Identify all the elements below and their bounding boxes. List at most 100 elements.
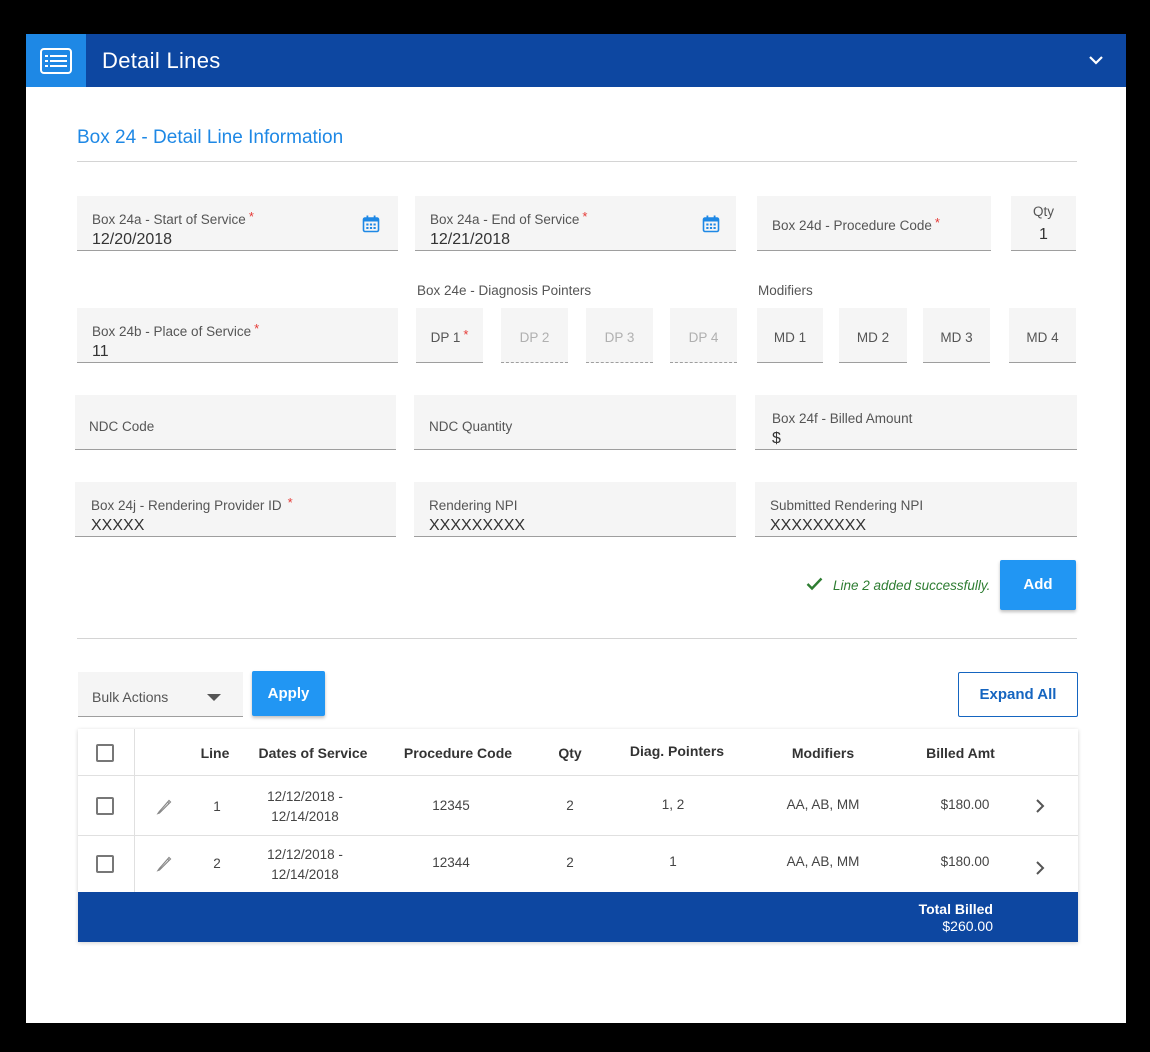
section-title: Box 24 - Detail Line Information: [77, 127, 344, 148]
cell-date-from: 12/12/2018 -: [267, 789, 343, 804]
required-marker: *: [463, 327, 469, 342]
dp2-placeholder: DP 2: [519, 330, 550, 345]
required-marker: *: [248, 209, 254, 224]
header-divider: [78, 775, 1078, 776]
rendering-npi-value: XXXXXXXXX: [429, 517, 526, 534]
cell-billed: $180.00: [940, 854, 990, 869]
row-checkbox[interactable]: [96, 855, 114, 873]
start-of-service-field[interactable]: Box 24a - Start of Service * 12/20/2018: [77, 196, 398, 251]
md2-label: MD 2: [856, 330, 890, 345]
place-of-service-value: 11: [92, 343, 109, 360]
list-icon: [40, 48, 72, 74]
md4-label: MD 4: [1026, 330, 1059, 345]
row-divider: [78, 835, 1078, 836]
calendar-icon[interactable]: [702, 215, 720, 233]
place-of-service-label: Box 24b - Place of Service: [92, 324, 252, 339]
dp4-field[interactable]: DP 4: [670, 308, 737, 363]
success-text: Line 2 added successfully.: [833, 578, 991, 593]
dropdown-caret-icon: [207, 694, 221, 701]
header-icon-box: [26, 34, 86, 87]
col-header-procedure: Procedure Code: [403, 745, 513, 761]
qty-field[interactable]: Qty 1: [1011, 196, 1076, 251]
chevron-right-icon[interactable]: [1034, 860, 1046, 876]
cell-procedure: 12344: [432, 855, 470, 870]
chevron-down-icon[interactable]: [1088, 52, 1104, 68]
cell-line: 1: [213, 799, 221, 814]
rendering-provider-id-label: Box 24j - Rendering Provider ID: [91, 498, 282, 513]
procedure-code-label: Box 24d - Procedure Code: [772, 218, 932, 233]
billed-amount-field[interactable]: Box 24f - Billed Amount $: [755, 395, 1077, 450]
dp1-label: DP 1: [430, 330, 461, 345]
detail-lines-table: Line Dates of Service Procedure Code Qty…: [78, 729, 1078, 942]
col-header-billed: Billed Amt: [926, 745, 995, 761]
total-billed-label: Total Billed: [918, 901, 993, 917]
qty-value: 1: [1039, 226, 1048, 243]
dp4-placeholder: DP 4: [688, 330, 719, 345]
total-billed-value: $260.00: [942, 918, 993, 934]
ndc-code-label: NDC Code: [89, 419, 155, 434]
rendering-provider-id-value: XXXXX: [91, 517, 145, 534]
expand-all-button[interactable]: Expand All: [958, 672, 1078, 717]
end-of-service-field[interactable]: Box 24a - End of Service * 12/21/2018: [415, 196, 736, 251]
submitted-rendering-npi-label: Submitted Rendering NPI: [770, 498, 924, 513]
bulk-actions-select[interactable]: Bulk Actions: [78, 672, 243, 717]
ndc-quantity-field[interactable]: NDC Quantity: [414, 395, 736, 450]
ndc-code-field[interactable]: NDC Code: [75, 395, 396, 450]
checkbox-column-divider: [134, 729, 135, 892]
dp1-field[interactable]: DP 1 *: [416, 308, 483, 363]
submitted-rendering-npi-value: XXXXXXXXX: [770, 517, 867, 534]
end-of-service-label: Box 24a - End of Service: [430, 212, 580, 227]
bulk-actions-label: Bulk Actions: [92, 689, 169, 705]
col-header-dates: Dates of Service: [258, 745, 368, 761]
md1-field[interactable]: MD 1: [757, 308, 823, 363]
apply-button[interactable]: Apply: [252, 671, 325, 716]
cell-diag: 1, 2: [661, 797, 685, 812]
dp2-field[interactable]: DP 2: [501, 308, 568, 363]
procedure-code-field[interactable]: Box 24d - Procedure Code *: [757, 196, 991, 251]
dp3-field[interactable]: DP 3: [586, 308, 653, 363]
billed-amount-value: $: [772, 430, 781, 447]
cell-modifiers: AA, AB, MM: [786, 854, 860, 869]
cell-qty: 2: [566, 798, 574, 813]
row-checkbox[interactable]: [96, 797, 114, 815]
calendar-icon[interactable]: [362, 215, 380, 233]
col-header-qty: Qty: [558, 745, 582, 761]
required-marker: *: [254, 321, 260, 336]
cell-diag: 1: [669, 854, 677, 869]
md2-field[interactable]: MD 2: [839, 308, 907, 363]
ndc-quantity-label: NDC Quantity: [429, 419, 513, 434]
dp3-placeholder: DP 3: [604, 330, 635, 345]
diagnosis-pointers-label: Box 24e - Diagnosis Pointers: [417, 283, 592, 298]
rendering-provider-id-field[interactable]: Box 24j - Rendering Provider ID * XXXXX: [75, 482, 396, 537]
cell-line: 2: [213, 856, 221, 871]
cell-date-to: 12/14/2018: [271, 867, 339, 882]
chevron-right-icon[interactable]: [1034, 798, 1046, 814]
required-marker: *: [287, 495, 293, 510]
submitted-rendering-npi-field[interactable]: Submitted Rendering NPI XXXXXXXXX: [755, 482, 1077, 537]
required-marker: *: [582, 209, 588, 224]
add-button[interactable]: Add: [1000, 560, 1076, 610]
md3-field[interactable]: MD 3: [923, 308, 990, 363]
md4-field[interactable]: MD 4: [1009, 308, 1076, 363]
md1-label: MD 1: [773, 330, 807, 345]
col-header-diag: Diag. Pointers: [629, 743, 725, 759]
rendering-npi-label: Rendering NPI: [429, 498, 518, 513]
table-footer: Total Billed $260.00: [78, 892, 1078, 942]
panel-header[interactable]: Detail Lines: [26, 34, 1126, 87]
cell-billed: $180.00: [940, 797, 990, 812]
detail-lines-panel: Detail Lines Box 24 - Detail Line Inform…: [26, 34, 1126, 1023]
form-divider: [77, 638, 1077, 639]
cell-procedure: 12345: [432, 798, 470, 813]
panel-title: Detail Lines: [102, 48, 221, 73]
place-of-service-field[interactable]: Box 24b - Place of Service * 11: [77, 308, 398, 363]
pencil-icon[interactable]: [156, 855, 173, 872]
start-of-service-value: 12/20/2018: [92, 231, 173, 248]
start-of-service-label: Box 24a - Start of Service: [92, 212, 246, 227]
pencil-icon[interactable]: [156, 798, 173, 815]
md3-label: MD 3: [940, 330, 973, 345]
col-header-modifiers: Modifiers: [791, 745, 855, 761]
select-all-checkbox[interactable]: [96, 744, 114, 762]
col-header-line: Line: [200, 745, 230, 761]
rendering-npi-field[interactable]: Rendering NPI XXXXXXXXX: [414, 482, 736, 537]
cell-qty: 2: [566, 855, 574, 870]
